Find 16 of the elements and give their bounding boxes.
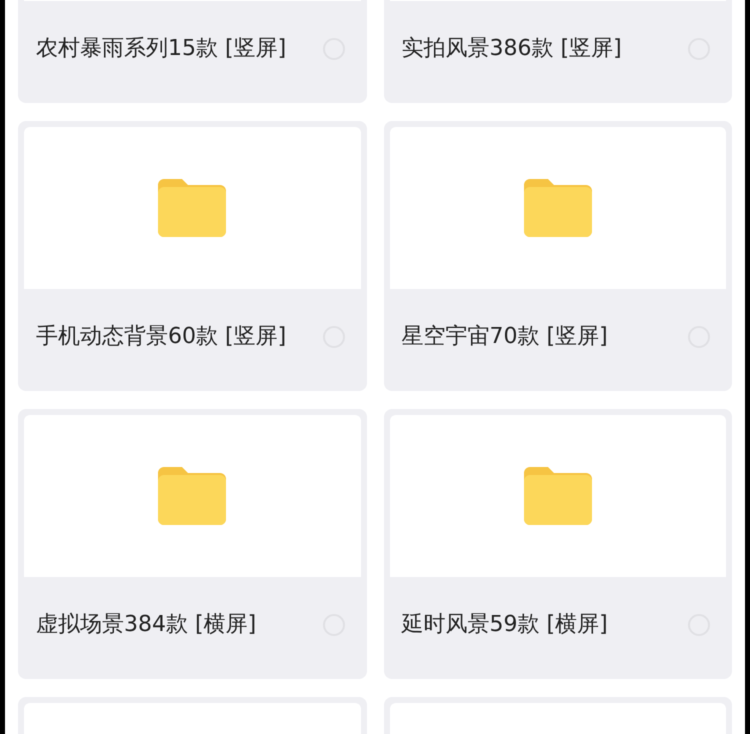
folder-icon bbox=[524, 467, 592, 525]
folder-card[interactable]: 农村暴雨系列15款 [竖屏] bbox=[18, 0, 366, 103]
folder-card[interactable]: 虚拟场景384款 [横屏] bbox=[18, 409, 366, 679]
folder-card[interactable]: 星空宇宙70款 [竖屏] bbox=[384, 121, 732, 391]
folder-icon bbox=[158, 179, 226, 237]
folder-icon bbox=[158, 467, 226, 525]
folder-icon bbox=[524, 179, 592, 237]
folder-title: 实拍风景386款 [竖屏] bbox=[402, 35, 623, 63]
folder-title: 农村暴雨系列15款 [竖屏] bbox=[36, 35, 288, 63]
folder-title: 虚拟场景384款 [横屏] bbox=[36, 611, 258, 639]
folder-title: 延时风景59款 [横屏] bbox=[402, 611, 609, 639]
folder-title: 星空宇宙70款 [竖屏] bbox=[402, 323, 609, 351]
folder-card[interactable]: 延时风景59款 [横屏] bbox=[384, 409, 732, 679]
folder-title: 手机动态背景60款 [竖屏] bbox=[36, 323, 288, 351]
folder-card[interactable]: 手机动态背景60款 [竖屏] bbox=[18, 121, 366, 391]
folder-card[interactable]: 实拍风景386款 [竖屏] bbox=[384, 0, 732, 103]
